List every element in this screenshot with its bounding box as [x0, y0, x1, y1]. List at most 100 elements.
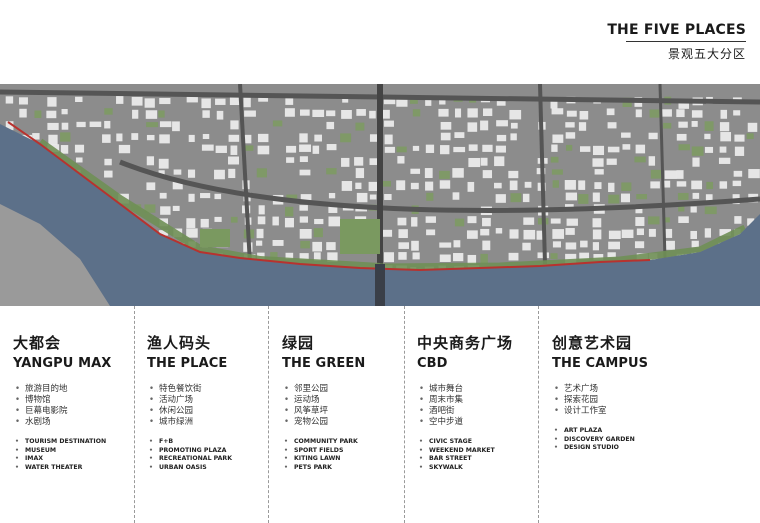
building-block — [509, 229, 519, 239]
building-block — [299, 216, 308, 223]
building-block — [216, 110, 224, 120]
building-block — [704, 228, 712, 238]
building-block — [496, 134, 507, 142]
zone-features-zh: 城市舞台 周末市集 酒吧街 空中步道 — [417, 384, 545, 428]
zone-title-zh: 绿园 — [282, 334, 315, 352]
building-block — [19, 108, 27, 118]
building-block — [720, 109, 728, 119]
building-block — [592, 145, 605, 156]
building-block — [104, 170, 113, 178]
building-block — [144, 98, 155, 108]
building-block — [75, 157, 83, 163]
building-block — [5, 96, 14, 104]
building-block — [480, 157, 488, 166]
building-block — [438, 108, 449, 117]
building-block — [439, 254, 451, 262]
building-block — [579, 110, 589, 120]
building-block — [580, 240, 588, 248]
building-block — [299, 144, 312, 152]
zone-title-en: CBD — [417, 356, 448, 371]
building-block — [328, 216, 341, 227]
building-block — [452, 192, 460, 200]
building-block — [592, 218, 602, 228]
building-block — [704, 206, 717, 215]
building-block — [384, 193, 392, 201]
zone-title-zh: 中央商务广场 — [417, 334, 514, 352]
building-block — [648, 228, 656, 237]
building-block — [467, 216, 477, 224]
feature-en: DISCOVERY GARDEN — [552, 436, 680, 445]
building-block — [439, 180, 451, 189]
building-block — [676, 181, 687, 187]
building-block — [257, 133, 269, 143]
building-block — [188, 193, 195, 202]
building-block — [230, 145, 238, 155]
building-block — [131, 133, 139, 140]
feature-en: COMMUNITY PARK — [282, 438, 410, 447]
building-block — [480, 228, 490, 236]
building-block — [312, 241, 323, 252]
building-block — [566, 144, 573, 151]
building-block — [299, 205, 308, 211]
feature-zh: 邻里公园 — [282, 384, 410, 395]
building-block — [398, 242, 410, 249]
building-block — [648, 156, 656, 166]
building-block — [453, 253, 464, 262]
building-block — [300, 194, 312, 201]
building-block — [565, 242, 577, 250]
building-block — [299, 169, 311, 176]
building-block — [89, 121, 102, 128]
building-block — [691, 240, 699, 248]
building-block — [452, 168, 464, 178]
building-block — [467, 122, 478, 132]
zone-title-en: THE GREEN — [282, 356, 366, 371]
building-block — [202, 110, 210, 118]
building-block — [425, 144, 435, 153]
building-block — [258, 205, 265, 215]
building-block — [620, 193, 630, 203]
zone-features-en: TOURISM DESTINATION MUSEUM IMAX WATER TH… — [13, 438, 141, 472]
building-block — [314, 218, 324, 225]
building-block — [410, 182, 419, 190]
building-block — [635, 144, 646, 154]
building-block — [426, 192, 434, 201]
feature-zh: 城市舞台 — [417, 384, 545, 395]
building-block — [76, 121, 86, 128]
building-block — [510, 193, 522, 203]
building-block — [341, 109, 352, 119]
building-block — [662, 109, 672, 117]
building-block — [104, 120, 111, 129]
building-block — [159, 97, 171, 105]
zone-features-zh: 艺术广场 探索花园 设计工作室 — [552, 384, 680, 417]
building-block — [104, 108, 113, 115]
building-block — [186, 96, 198, 103]
building-block — [733, 110, 741, 116]
building-block — [468, 157, 481, 168]
building-block — [482, 217, 491, 227]
site-plan-map — [0, 84, 760, 306]
building-block — [592, 242, 600, 251]
building-block — [284, 108, 295, 117]
building-block — [186, 228, 198, 238]
building-block — [440, 132, 451, 141]
building-block — [453, 240, 461, 248]
building-block — [664, 170, 677, 179]
building-block — [508, 170, 519, 179]
building-block — [691, 120, 698, 127]
building-block — [312, 109, 325, 118]
building-block — [397, 156, 405, 164]
building-block — [467, 108, 478, 118]
building-block — [552, 134, 564, 143]
building-block — [565, 132, 576, 139]
feature-en: KITING LAWN — [282, 455, 410, 464]
building-block — [664, 228, 673, 238]
building-block — [396, 180, 406, 191]
building-block — [678, 206, 685, 212]
feature-en: URBAN OASIS — [147, 464, 275, 473]
building-block — [508, 252, 519, 261]
building-block — [552, 180, 559, 188]
building-block — [523, 217, 535, 225]
building-block — [159, 134, 170, 144]
zone-title-en: THE PLACE — [147, 356, 228, 371]
building-block — [606, 158, 617, 165]
